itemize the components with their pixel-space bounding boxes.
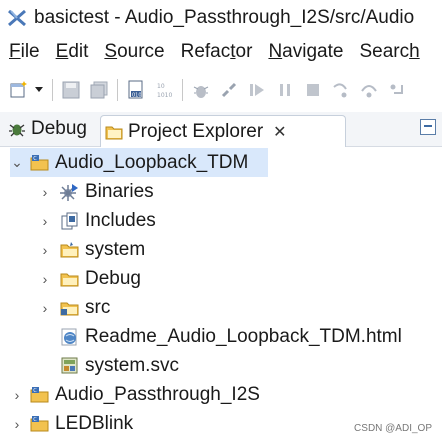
tab-project-explorer-label: Project Explorer (128, 120, 264, 142)
tree-item-label: system (85, 238, 146, 260)
tree-item[interactable]: Readme_Audio_Loopback_TDM.html (52, 322, 402, 351)
toolbar: 010 10 1010 (0, 70, 442, 110)
menu-navigate[interactable]: Navigate (268, 41, 343, 63)
chevron-right-icon[interactable]: › (38, 271, 52, 287)
menu-file[interactable]: File (9, 41, 40, 63)
chevron-right-icon[interactable]: › (10, 416, 24, 432)
project-icon: C (30, 153, 50, 173)
html-file-icon (60, 327, 80, 347)
window-title: basictest - Audio_Passthrough_I2S/src/Au… (34, 7, 415, 28)
tree-item[interactable]: system.svc (52, 351, 179, 380)
project-icon: C (30, 385, 50, 405)
tree-item[interactable]: › Debug (38, 264, 141, 293)
tree-item[interactable]: › Binaries (38, 177, 154, 206)
folder-icon (60, 269, 80, 289)
tree-item-label: Debug (85, 267, 141, 289)
project-tree: ⌄ C Audio_Loopback_TDM › Binaries › Incl… (0, 146, 442, 444)
chevron-right-icon[interactable]: › (38, 300, 52, 316)
watermark: CSDN @ADI_OP (354, 423, 432, 434)
tree-item-label: Binaries (85, 180, 154, 202)
debug-icon[interactable] (190, 79, 212, 101)
menu-edit[interactable]: Edit (56, 41, 89, 63)
view-tab-row: Debug Project Explorer ✕ (0, 112, 442, 147)
resume-icon[interactable] (246, 79, 268, 101)
tree-item-label: Readme_Audio_Loopback_TDM.html (85, 325, 402, 347)
tree-item[interactable]: › Includes (38, 206, 156, 235)
tree-item-label: system.svc (85, 354, 179, 376)
tree-item-label: Audio_Passthrough_I2S (55, 383, 260, 405)
chevron-right-icon[interactable]: › (38, 184, 52, 200)
includes-icon (60, 211, 80, 231)
chevron-down-icon[interactable] (33, 79, 45, 101)
terminate-icon[interactable] (302, 79, 324, 101)
close-icon[interactable]: ✕ (273, 122, 286, 142)
folder-icon (60, 240, 80, 260)
tab-debug[interactable]: Debug (4, 114, 87, 144)
project-icon: C (30, 414, 50, 434)
svg-text:010: 010 (132, 93, 142, 99)
svg-text:10: 10 (157, 83, 165, 90)
tree-item-project[interactable]: › C Audio_Passthrough_I2S (10, 380, 260, 409)
disconnect-icon[interactable] (218, 79, 240, 101)
new-icon[interactable] (8, 79, 30, 101)
tree-item-label: LEDBlink (55, 412, 134, 434)
tab-debug-label: Debug (31, 118, 87, 139)
toolbar-separator (117, 79, 118, 101)
svg-text:C: C (33, 388, 37, 394)
step-over-icon[interactable] (358, 79, 380, 101)
minimize-view-button[interactable] (420, 119, 436, 135)
tree-item-label: src (85, 296, 111, 318)
save-all-icon[interactable] (88, 79, 110, 101)
tree-item-label: Includes (85, 209, 156, 231)
step-into-icon[interactable] (330, 79, 352, 101)
svg-text:C: C (33, 417, 37, 423)
menu-refactor[interactable]: Refactor (181, 41, 253, 63)
toolbar-separator (52, 79, 53, 101)
chevron-right-icon[interactable]: › (10, 387, 24, 403)
build-icon[interactable]: 010 (125, 79, 147, 101)
svc-file-icon (60, 356, 80, 376)
binary-icon[interactable]: 10 1010 (153, 79, 175, 101)
toolbar-separator (182, 79, 183, 101)
menu-search[interactable]: Search (359, 41, 419, 63)
menu-bar: File Edit Source Refactor Navigate Searc… (0, 36, 442, 68)
folder-icon (105, 126, 123, 139)
tree-item-project[interactable]: › C LEDBlink (10, 409, 134, 438)
source-folder-icon (60, 298, 80, 318)
tree-item-label: Audio_Loopback_TDM (55, 151, 249, 173)
bug-icon (9, 124, 25, 137)
tab-project-explorer[interactable]: Project Explorer ✕ (100, 115, 346, 147)
chevron-right-icon[interactable]: › (38, 213, 52, 229)
svg-text:C: C (33, 156, 37, 162)
menu-source[interactable]: Source (104, 41, 164, 63)
tree-item-project[interactable]: ⌄ C Audio_Loopback_TDM (10, 148, 268, 177)
binaries-icon (60, 182, 80, 202)
suspend-icon[interactable] (274, 79, 296, 101)
tree-item[interactable]: › system (38, 235, 146, 264)
svg-text:1010: 1010 (157, 92, 172, 99)
chevron-down-icon[interactable]: ⌄ (10, 154, 24, 171)
tree-item[interactable]: › src (38, 293, 111, 322)
step-return-icon[interactable] (386, 79, 408, 101)
chevron-right-icon[interactable]: › (38, 242, 52, 258)
title-bar: basictest - Audio_Passthrough_I2S/src/Au… (0, 0, 442, 36)
app-icon (8, 9, 26, 27)
save-icon[interactable] (60, 79, 82, 101)
